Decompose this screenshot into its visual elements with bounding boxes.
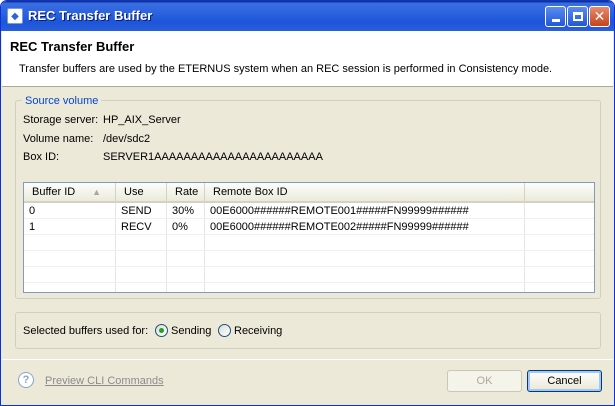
close-icon: ✕ (593, 8, 606, 25)
source-volume-legend: Source volume (22, 95, 102, 107)
buffer-table[interactable]: Buffer ID ▲ Use Rate Remote Box ID 0 SEN… (23, 182, 595, 293)
storage-server-label: Storage server: (23, 114, 99, 126)
table-row[interactable]: 0 SEND 30% 00E6000######REMOTE001#####FN… (24, 203, 594, 219)
preview-cli-commands-link[interactable]: Preview CLI Commands (45, 375, 164, 387)
volume-name-value: /dev/sdc2 (103, 133, 151, 145)
sending-radio[interactable] (155, 324, 168, 337)
use-header-label: Use (124, 186, 144, 198)
cell-use: SEND (121, 205, 152, 217)
column-header-use[interactable]: Use (116, 183, 167, 201)
footer-divider (2, 359, 613, 360)
cell-buffer-id: 1 (29, 221, 36, 233)
storage-server-value: HP_AIX_Server (103, 114, 181, 126)
close-button[interactable]: ✕ (589, 6, 610, 27)
table-row[interactable]: 1 RECV 0% 00E6000######REMOTE002#####FN9… (24, 219, 594, 235)
box-id-label: Box ID: (23, 151, 60, 163)
sending-radio-label[interactable]: Sending (171, 325, 211, 337)
window-title: REC Transfer Buffer (28, 8, 153, 23)
banner-heading: REC Transfer Buffer (10, 39, 135, 54)
cell-use: RECV (121, 221, 152, 233)
title-bar[interactable]: ◆ REC Transfer Buffer ✕ (1, 1, 614, 31)
maximize-button[interactable] (567, 6, 588, 27)
banner-description: Transfer buffers are used by the ETERNUS… (19, 63, 553, 75)
box-id-value: SERVER1AAAAAAAAAAAAAAAAAAAAAAA (103, 151, 323, 163)
cell-rate: 0% (172, 221, 188, 233)
minimize-button[interactable] (545, 6, 566, 27)
cell-remote-box-id: 00E6000######REMOTE002#####FN99999###### (210, 221, 469, 233)
dialog-window: ◆ REC Transfer Buffer ✕ REC Transfer Buf… (0, 0, 615, 406)
buffer-usage-group: Selected buffers used for: Sending Recei… (15, 312, 601, 349)
table-header: Buffer ID ▲ Use Rate Remote Box ID (24, 183, 594, 203)
header-banner: REC Transfer Buffer Transfer buffers are… (2, 31, 613, 87)
column-header-buffer-id[interactable]: Buffer ID ▲ (24, 183, 116, 201)
cancel-button[interactable]: Cancel (527, 370, 602, 392)
source-volume-group: Source volume Storage server: HP_AIX_Ser… (15, 95, 601, 299)
column-header-remote-box-id[interactable]: Remote Box ID (205, 183, 525, 201)
cell-rate: 30% (172, 205, 195, 217)
cell-buffer-id: 0 (29, 205, 36, 217)
maximize-icon (572, 12, 583, 21)
question-mark-icon[interactable]: ? (18, 372, 34, 388)
cell-remote-box-id: 00E6000######REMOTE001#####FN99999###### (210, 205, 469, 217)
receiving-radio-label[interactable]: Receiving (234, 325, 282, 337)
receiving-radio[interactable] (218, 324, 231, 337)
column-header-rate[interactable]: Rate (167, 183, 205, 201)
dialog-content: Source volume Storage server: HP_AIX_Ser… (2, 88, 613, 405)
ok-button-label: OK (476, 375, 493, 387)
rate-header-label: Rate (175, 186, 199, 198)
table-row-empty (24, 267, 594, 283)
buffer-usage-label: Selected buffers used for: (23, 325, 149, 337)
buffer-id-header-label: Buffer ID (32, 186, 76, 198)
sort-ascending-icon: ▲ (92, 187, 101, 197)
app-icon: ◆ (7, 8, 23, 24)
cancel-button-label: Cancel (547, 375, 582, 387)
table-row-empty (24, 251, 594, 267)
volume-name-label: Volume name: (23, 133, 94, 145)
minimize-icon (551, 19, 560, 22)
table-row-empty (24, 235, 594, 251)
ok-button[interactable]: OK (447, 370, 522, 392)
remote-box-id-header-label: Remote Box ID (213, 186, 288, 198)
